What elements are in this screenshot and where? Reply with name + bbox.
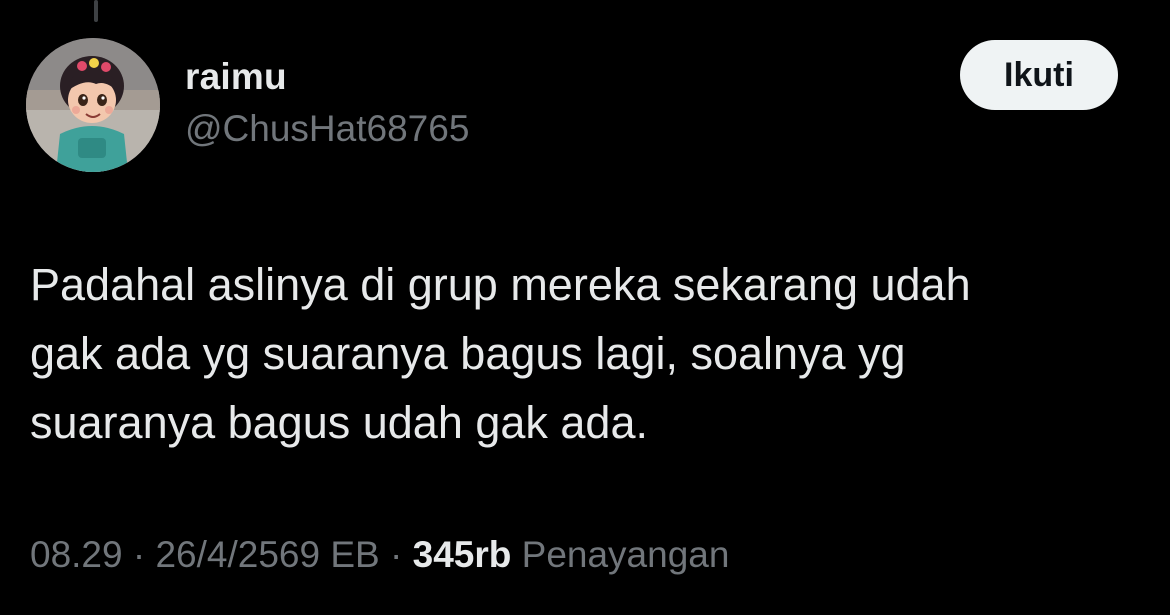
tweet-date[interactable]: 26/4/2569 EB bbox=[155, 534, 379, 575]
tweet-text: Padahal aslinya di grup mereka sekarang … bbox=[30, 250, 1130, 457]
display-name[interactable]: raimu bbox=[185, 56, 287, 98]
user-handle[interactable]: @ChusHat68765 bbox=[185, 108, 469, 150]
tweet-metadata: 08.29 · 26/4/2569 EB · 345rb Penayangan bbox=[30, 534, 729, 576]
tweet-text-line: suaranya bagus udah gak ada. bbox=[30, 397, 648, 448]
avatar[interactable] bbox=[26, 38, 160, 172]
meta-separator: · bbox=[122, 534, 156, 575]
thread-connector-line bbox=[94, 0, 98, 22]
follow-button[interactable]: Ikuti bbox=[960, 40, 1118, 110]
views-count[interactable]: 345rb bbox=[413, 534, 512, 575]
views-label: Penayangan bbox=[521, 534, 730, 575]
meta-separator: · bbox=[379, 534, 413, 575]
tweet-text-line: gak ada yg suaranya bagus lagi, soalnya … bbox=[30, 328, 906, 379]
tweet-time[interactable]: 08.29 bbox=[30, 534, 123, 575]
tweet-text-line: Padahal aslinya di grup mereka sekarang … bbox=[30, 259, 971, 310]
avatar-image bbox=[26, 38, 160, 172]
